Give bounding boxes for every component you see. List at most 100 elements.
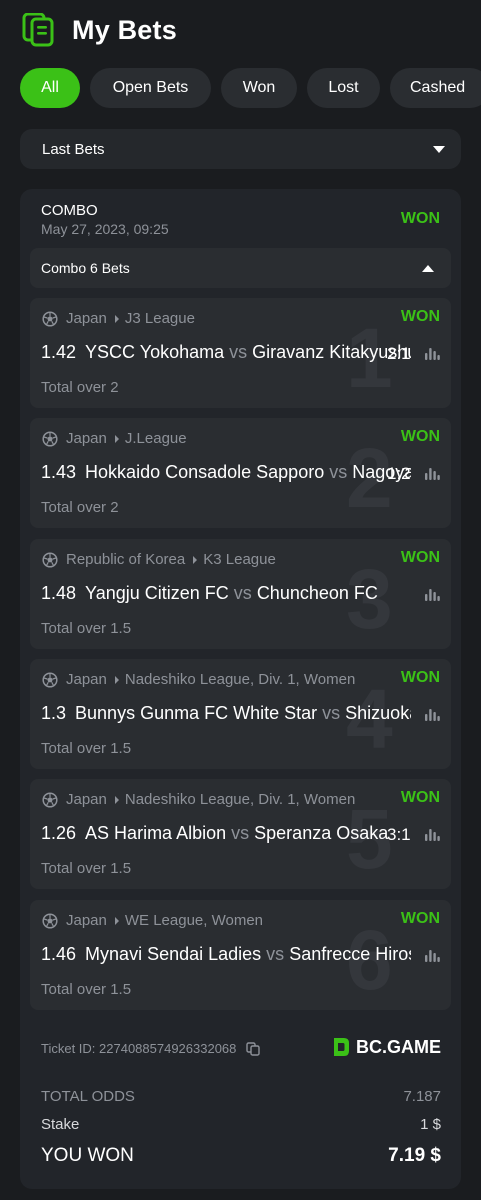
country-name: Japan xyxy=(66,791,107,808)
stats-icon[interactable] xyxy=(424,587,440,601)
bet-status-badge: WON xyxy=(400,308,440,325)
home-team: YSCC Yokohama xyxy=(85,342,225,362)
bet-status-badge: WON xyxy=(400,669,440,686)
stats-icon[interactable] xyxy=(424,827,440,841)
combo-toggle-label: Combo 6 Bets xyxy=(41,260,130,276)
total-odds-value: 7.187 xyxy=(403,1088,441,1105)
league-name: Nadeshiko League, Div. 1, Women xyxy=(124,791,356,808)
bet-market: Total over 1.5 xyxy=(41,740,132,757)
match-score: 2:1 xyxy=(387,344,411,363)
league-name: Nadeshiko League, Div. 1, Women xyxy=(124,671,356,688)
soccer-ball-icon xyxy=(42,912,58,929)
stats-icon[interactable] xyxy=(424,948,440,962)
bet-odds: 1.48 xyxy=(41,583,77,603)
chevron-right-icon xyxy=(114,675,119,684)
combo-expand-toggle[interactable]: Combo 6 Bets xyxy=(30,248,451,288)
versus-label: vs xyxy=(329,462,348,482)
bet-odds: 1.3 xyxy=(41,703,67,723)
caret-up-icon xyxy=(422,264,434,272)
country-name: Japan xyxy=(66,310,107,327)
country-name: Republic of Korea xyxy=(66,551,186,568)
chevron-right-icon xyxy=(114,434,119,443)
league-name: WE League, Women xyxy=(124,912,264,929)
stats-icon[interactable] xyxy=(424,466,440,480)
chevron-right-icon xyxy=(193,555,198,564)
versus-label: vs xyxy=(322,703,341,723)
country-name: Japan xyxy=(66,430,107,447)
stats-icon[interactable] xyxy=(424,707,440,721)
chevron-right-icon xyxy=(114,916,119,925)
bc-game-logo-icon xyxy=(334,1038,349,1056)
stake-row: Stake 1 $ xyxy=(41,1116,441,1133)
versus-label: vs xyxy=(233,583,252,603)
away-team: Sanfrecce Hiroshima xyxy=(289,944,411,964)
bet-type: COMBO xyxy=(41,202,98,219)
bet-odds: 1.46 xyxy=(41,944,77,964)
bet-filter-tabs: All Open Bets Won Lost Cashed xyxy=(20,68,481,108)
away-team: Chuncheon FC xyxy=(256,583,378,603)
page-title: My Bets xyxy=(72,14,177,45)
league-path: Republic of Korea K3 League xyxy=(42,551,382,568)
league-path: Japan WE League, Women xyxy=(42,912,382,929)
country-name: Japan xyxy=(66,912,107,929)
match-line: 1.46 Mynavi Sendai Ladies vs Sanfrecce Hi… xyxy=(41,944,411,965)
tab-cashed[interactable]: Cashed xyxy=(390,68,481,108)
bet-odds: 1.26 xyxy=(41,823,77,843)
league-name: J3 League xyxy=(124,310,195,327)
match-score: 1:2 xyxy=(387,464,411,483)
page-header: My Bets xyxy=(22,10,177,50)
copy-icon[interactable] xyxy=(246,1041,261,1056)
tab-won[interactable]: Won xyxy=(221,68,297,108)
period-dropdown-label: Last Bets xyxy=(42,140,105,158)
combo-bet-item[interactable]: 6 Japan WE League, Women WON 1.46 Mynavi Send… xyxy=(30,900,451,1010)
league-path: Japan Nadeshiko League, Div. 1, Women xyxy=(42,671,382,688)
soccer-ball-icon xyxy=(42,430,58,447)
combo-bet-item[interactable]: 4 Japan Nadeshiko League, Div. 1, Women WON… xyxy=(30,659,451,769)
versus-label: vs xyxy=(229,342,248,362)
home-team: Mynavi Sendai Ladies xyxy=(85,944,262,964)
bet-odds: 1.42 xyxy=(41,342,77,362)
soccer-ball-icon xyxy=(42,310,58,327)
combo-bet-item[interactable]: 3 Republic of Korea K3 League WON 1.48 Yangju… xyxy=(30,539,451,649)
bet-market: Total over 1.5 xyxy=(41,981,132,998)
tab-open-bets[interactable]: Open Bets xyxy=(90,68,211,108)
bet-status-badge: WON xyxy=(400,428,440,445)
winnings-label: YOU WON xyxy=(41,1145,134,1166)
chevron-right-icon xyxy=(114,314,119,323)
league-name: J.League xyxy=(124,430,187,447)
versus-label: vs xyxy=(231,823,250,843)
ticket-id-text: Ticket ID: 2274088574926332068 xyxy=(41,1041,237,1056)
caret-down-icon xyxy=(433,145,445,153)
bet-market: Total over 1.5 xyxy=(41,620,132,637)
bet-slip-card: COMBO May 27, 2023, 09:25 WON Combo 6 Be… xyxy=(20,189,461,1189)
tab-lost[interactable]: Lost xyxy=(307,68,380,108)
bet-status-badge: WON xyxy=(400,789,440,806)
combo-bet-item[interactable]: 2 Japan J.League WON 1.43 Hokkaido Consadole … xyxy=(30,418,451,528)
bet-market: Total over 2 xyxy=(41,379,119,396)
home-team: AS Harima Albion xyxy=(85,823,227,843)
period-dropdown[interactable]: Last Bets xyxy=(20,129,461,169)
stake-value: 1 $ xyxy=(420,1116,441,1133)
combo-bet-item[interactable]: 5 Japan Nadeshiko League, Div. 1, Women WON… xyxy=(30,779,451,889)
tab-all[interactable]: All xyxy=(20,68,80,108)
match-score: 3:1 xyxy=(387,825,411,844)
league-path: Japan J3 League xyxy=(42,310,382,327)
brand-logo: BC.GAME xyxy=(331,1036,441,1058)
bet-market: Total over 1.5 xyxy=(41,860,132,877)
soccer-ball-icon xyxy=(42,791,58,808)
bet-status-badge: WON xyxy=(400,549,440,566)
stats-icon[interactable] xyxy=(424,346,440,360)
combo-bet-item[interactable]: 1 Japan J3 League WON 1.42 YSCC Yokohama vs G… xyxy=(30,298,451,408)
total-odds-label: TOTAL ODDS xyxy=(41,1088,135,1105)
home-team: Yangju Citizen FC xyxy=(85,583,229,603)
bet-market: Total over 2 xyxy=(41,499,119,516)
winnings-row: YOU WON 7.19 $ xyxy=(41,1145,441,1167)
bet-status-badge: WON xyxy=(400,910,440,927)
country-name: Japan xyxy=(66,671,107,688)
bet-status-badge: WON xyxy=(400,210,440,227)
away-team: Shizuoka xyxy=(345,703,411,723)
stake-label: Stake xyxy=(41,1116,80,1133)
bet-date: May 27, 2023, 09:25 xyxy=(41,221,169,237)
league-name: K3 League xyxy=(203,551,276,568)
receipt-icon xyxy=(22,13,54,47)
